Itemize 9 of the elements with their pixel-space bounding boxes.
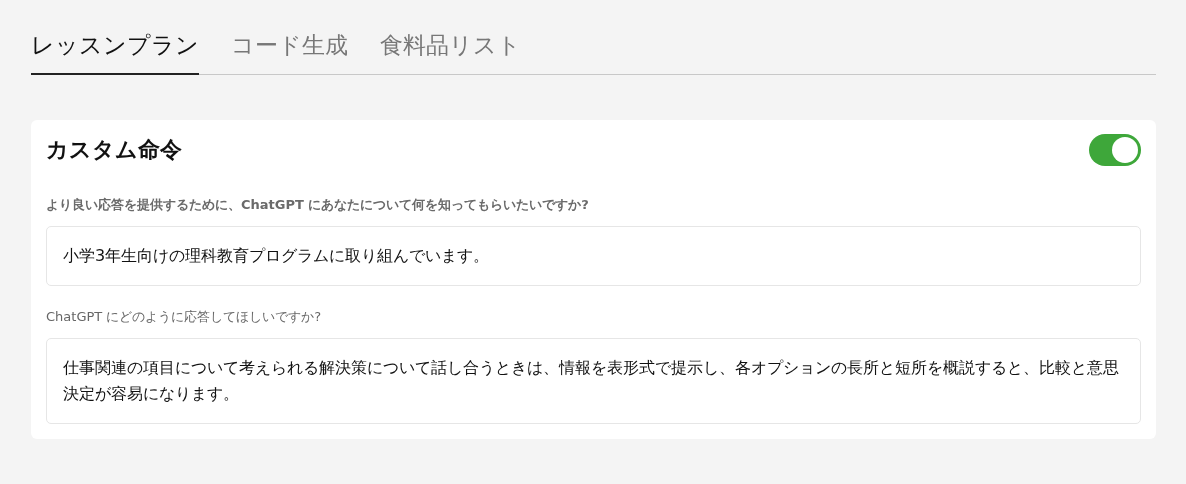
text-field[interactable]: 小学3年生向けの理科教育プログラムに取り組んでいます。 bbox=[46, 226, 1141, 286]
card-title: カスタム命令 bbox=[46, 136, 182, 164]
toggle-switch[interactable] bbox=[1089, 134, 1141, 166]
field-label: ChatGPT にどのように応答してほしいですか? bbox=[46, 308, 323, 326]
text-field[interactable]: 仕事関連の項目について考えられる解決策について話し合うときは、情報を表形式で提示し、各オプションの長所と短所を概説すると、比較と意思決定が容易になります。 bbox=[46, 338, 1141, 424]
tab[interactable]: 食料品リスト bbox=[380, 28, 521, 75]
field-label: より良い応答を提供するために、ChatGPT にあなたについて何を知ってもらいたいですか? bbox=[46, 196, 590, 214]
tab[interactable]: レッスンプラン bbox=[31, 28, 199, 75]
tab[interactable]: コード生成 bbox=[231, 28, 348, 75]
